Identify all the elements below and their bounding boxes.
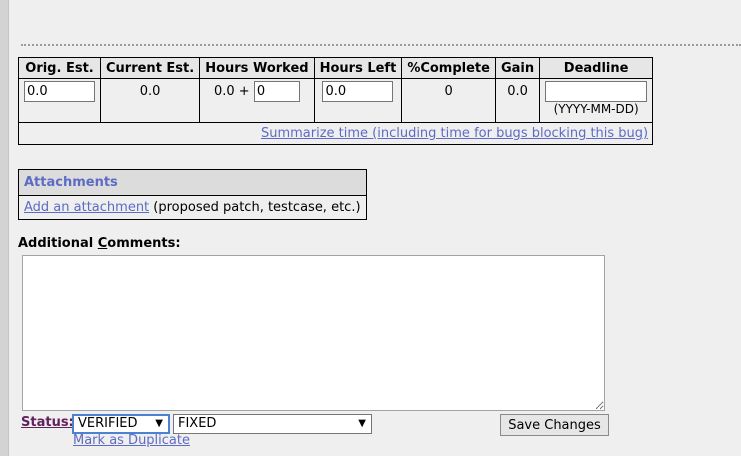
header-current-est: Current Est. <box>99 57 201 79</box>
mark-as-duplicate-link[interactable]: Mark as Duplicate <box>73 433 190 448</box>
header-deadline: Deadline <box>539 57 654 79</box>
summarize-row: Summarize time (including time for bugs … <box>17 122 654 145</box>
status-label-link[interactable]: Status: <box>21 415 74 430</box>
status-select[interactable]: VERIFIED ▼ <box>72 414 170 434</box>
hours-worked-current: 0.0 + <box>213 84 250 99</box>
current-est-cell: 0.0 <box>99 78 201 123</box>
chevron-down-icon: ▼ <box>358 418 366 429</box>
time-tracking-header-row: Orig. Est. Current Est. Hours Worked Hou… <box>18 57 654 79</box>
resolution-select[interactable]: FIXED ▼ <box>173 414 372 434</box>
additional-comments-label: Additional Comments: <box>18 236 181 251</box>
gain-value: 0.0 <box>507 84 528 99</box>
percent-complete-value: 0 <box>444 84 453 99</box>
left-sidebar-edge <box>0 0 9 456</box>
header-orig-est: Orig. Est. <box>18 57 101 79</box>
resolution-select-value: FIXED <box>178 416 217 431</box>
hours-worked-input[interactable] <box>253 81 300 102</box>
save-changes-button[interactable]: Save Changes <box>500 414 609 436</box>
deadline-cell: (YYYY-MM-DD) <box>539 78 654 123</box>
header-gain: Gain <box>494 57 541 79</box>
attachments-add-cell: Add an attachment (proposed patch, testc… <box>18 195 367 220</box>
header-hours-left: Hours Left <box>313 57 403 79</box>
deadline-format-hint: (YYYY-MM-DD) <box>553 102 639 116</box>
summarize-time-link[interactable]: Summarize time (including time for bugs … <box>261 126 648 141</box>
comments-label-part2: omments: <box>107 236 181 251</box>
comments-label-part1: Additional <box>18 236 98 251</box>
status-select-value: VERIFIED <box>78 416 138 431</box>
chevron-down-icon: ▼ <box>155 418 163 429</box>
summarize-cell: Summarize time (including time for bugs … <box>17 122 654 145</box>
deadline-input[interactable] <box>545 81 648 102</box>
hours-worked-cell: 0.0 + <box>199 78 315 123</box>
attachments-header: Attachments <box>18 169 367 196</box>
additional-comments-textarea[interactable] <box>22 255 605 411</box>
time-tracking-values-row: 0.0 0.0 + 0 0.0 (YYYY-MM-DD) <box>18 78 654 123</box>
current-est-value: 0.0 <box>139 84 161 99</box>
header-hours-worked: Hours Worked <box>199 57 315 79</box>
attachments-table: Attachments Add an attachment (proposed … <box>18 169 367 220</box>
comments-label-accesskey: C <box>97 236 108 251</box>
hours-left-input[interactable] <box>322 81 394 102</box>
hours-left-cell <box>313 78 403 123</box>
orig-est-input[interactable] <box>24 81 95 102</box>
time-tracking-table: Orig. Est. Current Est. Hours Worked Hou… <box>17 57 654 145</box>
orig-est-cell <box>18 78 101 123</box>
header-percent-complete: %Complete <box>401 57 496 79</box>
add-attachment-note: (proposed patch, testcase, etc.) <box>153 200 361 215</box>
section-divider <box>21 44 741 46</box>
percent-complete-cell: 0 <box>401 78 496 123</box>
gain-cell: 0.0 <box>494 78 541 123</box>
add-attachment-link[interactable]: Add an attachment <box>24 200 149 215</box>
